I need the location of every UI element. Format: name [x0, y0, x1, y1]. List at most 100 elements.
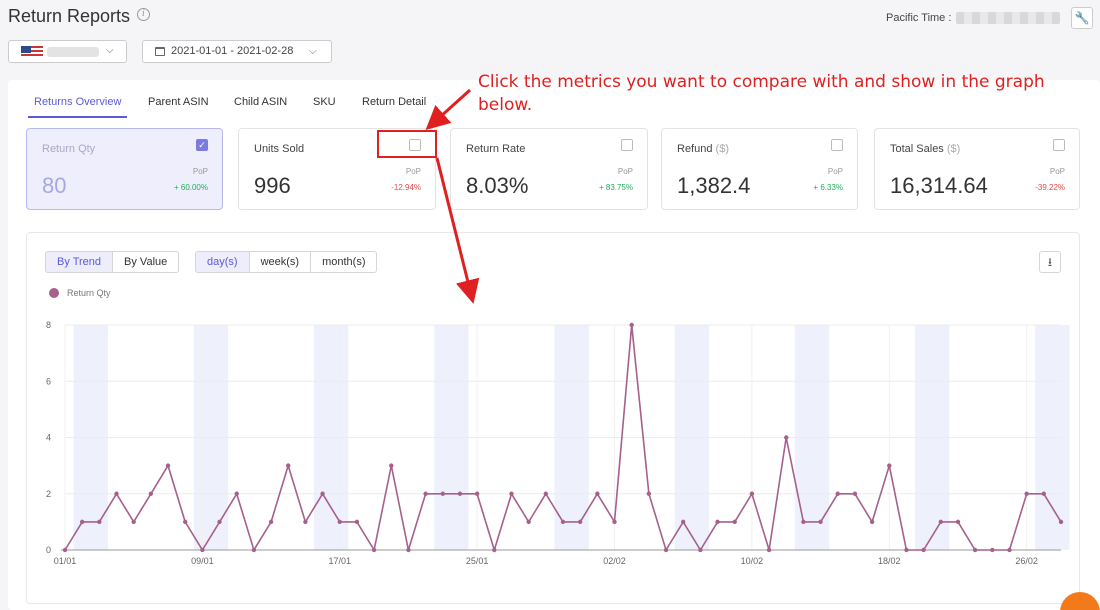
tab-child-asin[interactable]: Child ASIN: [234, 96, 287, 118]
data-point: [423, 491, 428, 496]
tab-sku[interactable]: SKU: [313, 96, 336, 118]
data-point: [577, 519, 583, 525]
data-point: [612, 519, 617, 525]
country-name: [47, 47, 99, 57]
tab-return-detail[interactable]: Return Detail: [362, 96, 426, 118]
compare-checkbox[interactable]: ✓: [196, 139, 208, 151]
data-point: [148, 491, 154, 496]
data-point: [784, 435, 789, 440]
metric-card-refund[interactable]: Refund ($) 1,382.4 PoP + 6.33%: [661, 128, 858, 210]
metric-label: Return Rate: [466, 143, 525, 155]
data-point: [474, 491, 480, 496]
metric-unit: ($): [715, 143, 729, 155]
metric-label: Total Sales ($): [890, 143, 960, 155]
data-point: [801, 519, 806, 525]
data-point: [766, 547, 772, 553]
metric-card-return-qty[interactable]: Return Qty ✓ 80 PoP + 60.00%: [26, 128, 223, 210]
calendar-icon: [155, 47, 165, 56]
metric-value: 1,382.4: [677, 173, 751, 198]
data-point: [389, 463, 394, 468]
metric-label: Return Qty: [42, 143, 95, 155]
data-point: [217, 519, 222, 525]
data-point: [681, 519, 686, 525]
compare-checkbox[interactable]: [831, 139, 843, 151]
y-tick-label: 0: [46, 545, 51, 555]
wrench-icon[interactable]: 🔧: [1071, 7, 1093, 29]
pop-label: PoP: [827, 167, 843, 176]
data-point: [406, 547, 411, 553]
data-point: [1024, 491, 1029, 496]
pop-change: + 60.00%: [173, 183, 208, 192]
data-point: [972, 547, 978, 553]
data-point: [663, 547, 669, 553]
data-point: [835, 491, 840, 496]
x-tick-label: 17/01: [328, 556, 351, 566]
data-point: [698, 547, 703, 553]
data-point: [354, 519, 360, 525]
data-point: [303, 519, 308, 525]
data-point: [818, 519, 823, 525]
data-point: [869, 519, 875, 525]
data-point: [183, 519, 188, 525]
chevron-down-icon: ⌵: [106, 45, 114, 56]
x-tick-label: 26/02: [1015, 556, 1038, 566]
data-point: [337, 519, 342, 525]
data-point: [1041, 491, 1047, 496]
data-point: [887, 463, 892, 468]
data-point: [200, 547, 205, 553]
date-range-select[interactable]: 2021-01-01 - 2021-02-28 ⌵: [142, 40, 332, 63]
metric-card-return-rate[interactable]: Return Rate 8.03% PoP + 83.75%: [450, 128, 648, 210]
data-point: [543, 491, 549, 496]
data-point: [955, 519, 961, 525]
data-point: [251, 547, 257, 553]
info-icon[interactable]: i: [137, 8, 150, 21]
metric-value: 8.03%: [466, 173, 529, 198]
highlight-box: [377, 130, 437, 158]
data-point: [646, 491, 652, 496]
metric-label-text: Total Sales: [890, 143, 944, 155]
line-chart: 0 2 4 6 8 01/01 09/01 17/01 25/01 02/02 10/02 18/02…: [46, 320, 1070, 566]
data-point: [131, 519, 136, 525]
data-point: [234, 491, 239, 496]
page-title: Return Reports: [8, 6, 131, 26]
chart-panel: By Trend By Value day(s) week(s) month(s) ⭳…: [26, 232, 1080, 604]
country-select[interactable]: ⌵: [8, 40, 127, 63]
tab-returns-overview[interactable]: Returns Overview: [28, 96, 128, 118]
metric-value: 996: [254, 173, 291, 198]
data-point: [595, 491, 600, 496]
metric-unit: ($): [946, 143, 961, 155]
compare-checkbox[interactable]: [1053, 139, 1065, 151]
y-tick-label: 4: [46, 433, 51, 443]
data-point: [732, 519, 737, 525]
pacific-time-value: [956, 12, 1060, 24]
metric-label-text: Refund: [677, 143, 713, 155]
us-flag-icon: [21, 46, 43, 58]
pop-label: PoP: [405, 167, 421, 176]
x-tick-label: 02/02: [603, 556, 626, 566]
main-panel: Returns Overview Parent ASIN Child ASIN SKU…: [8, 80, 1100, 610]
data-point: [492, 547, 497, 553]
data-point: [749, 491, 755, 496]
data-point: [440, 491, 445, 496]
pop-change: + 83.75%: [598, 183, 633, 192]
metric-label: Units Sold: [254, 143, 304, 155]
data-point: [286, 463, 291, 468]
x-tick-label: 10/02: [741, 556, 764, 566]
metric-label-text: Units Sold: [254, 143, 305, 155]
data-point: [62, 547, 68, 553]
annotation-line-2: below.: [478, 95, 533, 115]
compare-checkbox[interactable]: [621, 139, 633, 151]
x-tick-label: 25/01: [466, 556, 489, 566]
tab-parent-asin[interactable]: Parent ASIN: [148, 96, 209, 118]
data-point: [629, 322, 634, 328]
annotation-text: Click the metrics you want to compare wi…: [478, 71, 1078, 117]
pop-change: + 6.33%: [813, 183, 843, 192]
chevron-down-icon: ⌵: [309, 46, 317, 57]
pop-change: -12.94%: [391, 183, 421, 192]
data-point: [457, 491, 463, 496]
metric-label: Refund ($): [677, 143, 729, 155]
data-point: [904, 547, 909, 553]
metric-card-total-sales[interactable]: Total Sales ($) 16,314.64 PoP -39.22%: [874, 128, 1080, 210]
date-range-value: 2021-01-01 - 2021-02-28: [171, 45, 294, 57]
pop-label: PoP: [1049, 167, 1065, 176]
